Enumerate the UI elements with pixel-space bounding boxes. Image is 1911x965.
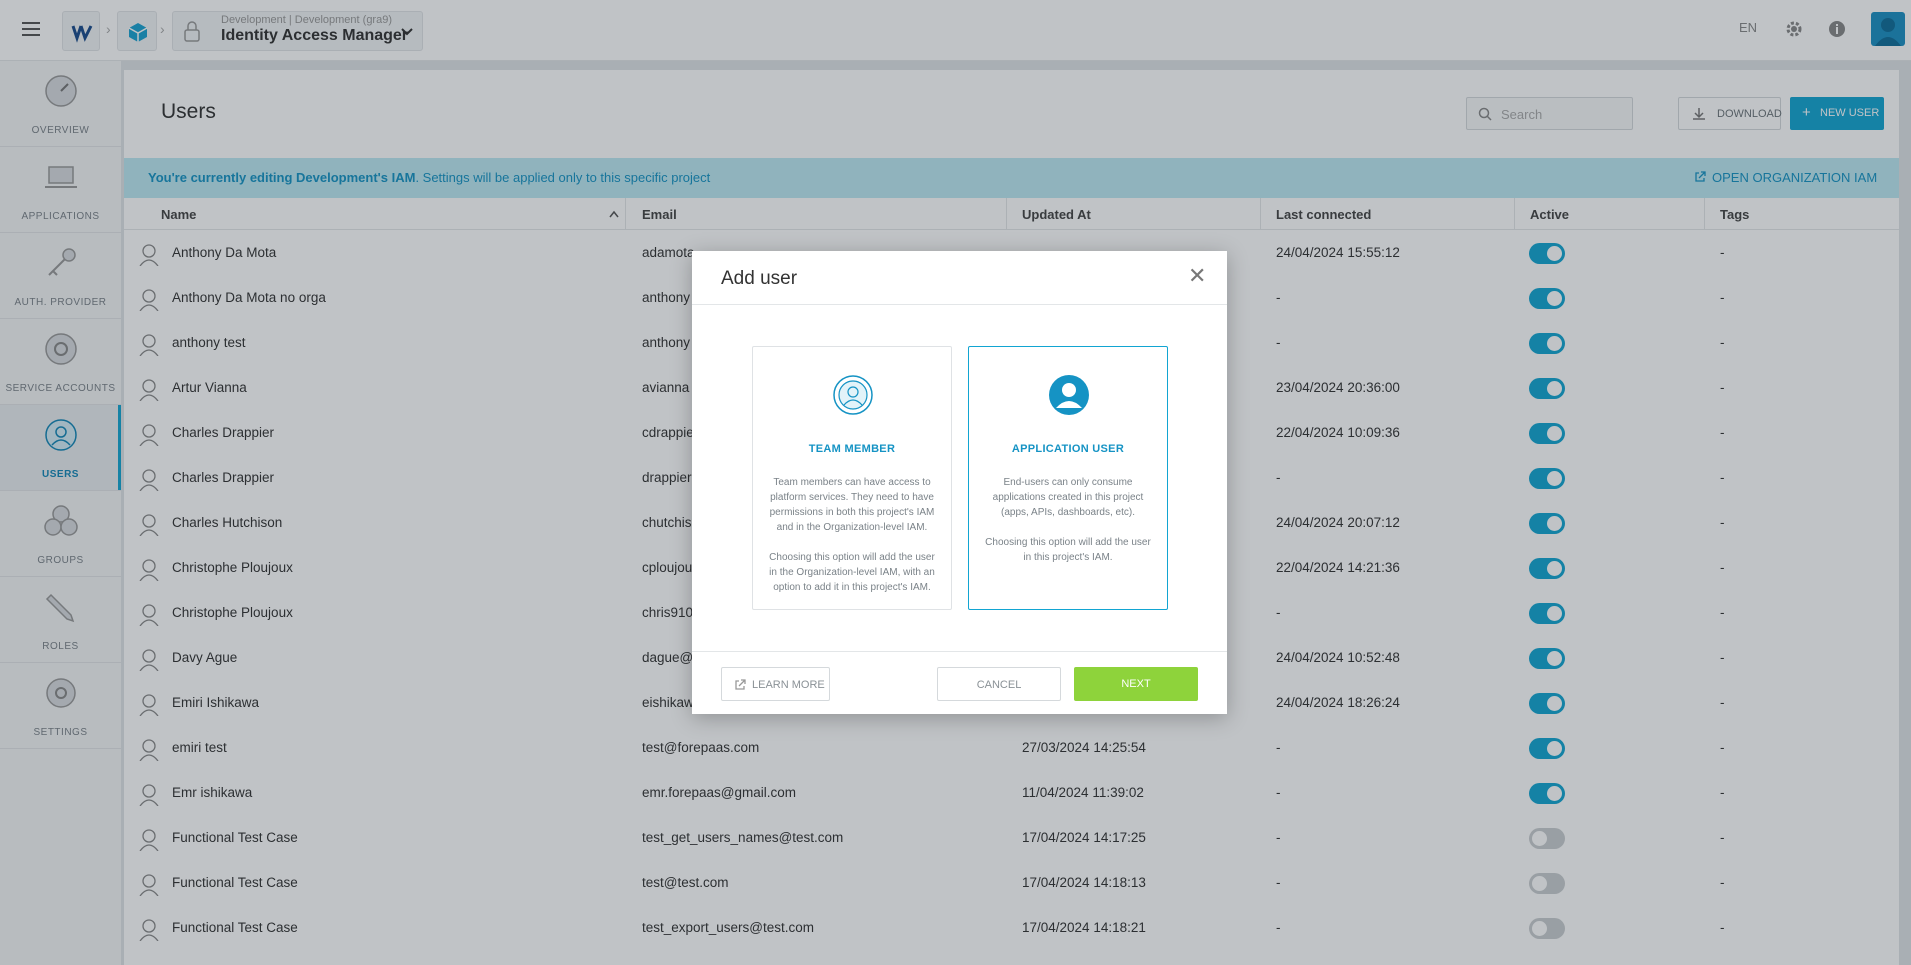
- option-description-text: Choosing this option will add the user i…: [985, 537, 1151, 563]
- divider: [692, 304, 1227, 305]
- option-title: TEAM MEMBER: [808, 443, 896, 455]
- team-member-option[interactable]: TEAM MEMBER Team members can have access…: [752, 346, 952, 610]
- option-description: Team members can have access to platform…: [764, 475, 940, 610]
- option-description-text: Team members can have access to platform…: [769, 477, 935, 533]
- learn-more-label: LEARN MORE: [752, 679, 825, 691]
- option-description: End-users can only consume applications …: [980, 475, 1156, 580]
- option-title: APPLICATION USER: [1011, 443, 1125, 455]
- modal-title: Add user: [721, 268, 798, 289]
- cancel-button[interactable]: CANCEL: [937, 667, 1061, 701]
- application-user-option[interactable]: APPLICATION USER End-users can only cons…: [968, 346, 1168, 610]
- external-link-icon: [735, 679, 746, 690]
- add-user-modal: Add user ✕ TEAM MEMBER Team members can …: [692, 251, 1227, 714]
- learn-more-button[interactable]: LEARN MORE: [721, 667, 830, 701]
- option-description-text: End-users can only consume applications …: [992, 477, 1144, 518]
- team-member-icon: [833, 375, 873, 415]
- option-description-text: Choosing this option will add the user i…: [769, 552, 935, 593]
- close-icon[interactable]: ✕: [1188, 265, 1206, 287]
- divider: [692, 651, 1227, 652]
- next-button[interactable]: NEXT: [1074, 667, 1198, 701]
- application-user-icon: [1049, 375, 1089, 415]
